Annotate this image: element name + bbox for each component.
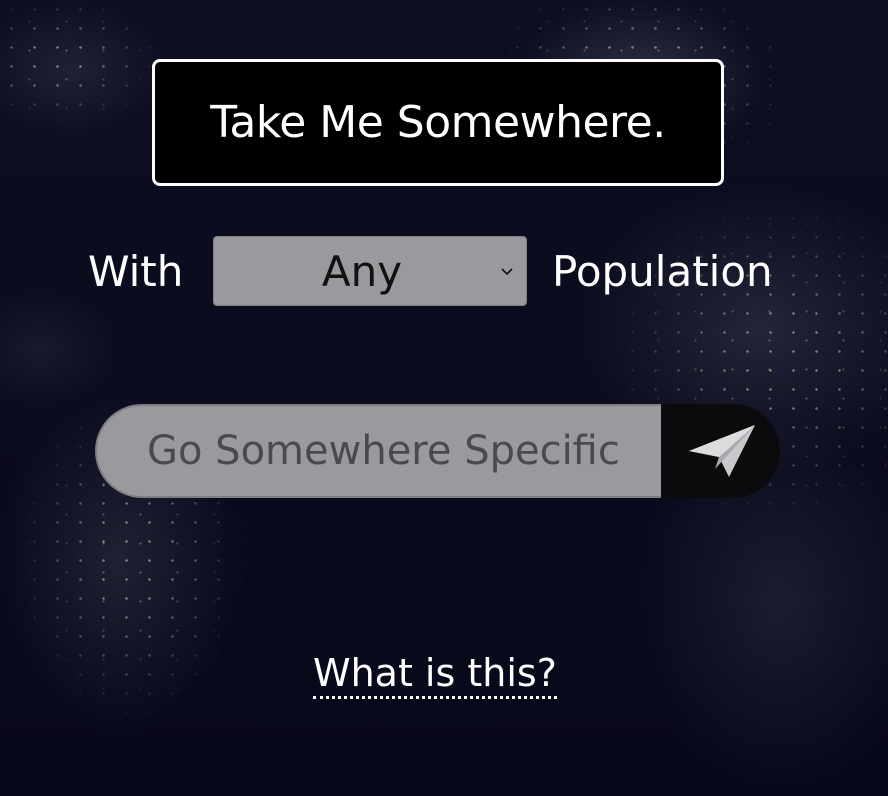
what-is-this-link[interactable]: What is this? — [313, 650, 557, 699]
population-label: Population — [552, 247, 773, 296]
search-input[interactable] — [95, 404, 661, 498]
take-me-somewhere-button[interactable]: Take Me Somewhere. — [152, 59, 724, 186]
paper-plane-icon — [688, 425, 755, 477]
population-filter-row: With Any Population — [0, 236, 888, 308]
with-label: With — [88, 247, 184, 296]
specific-destination-search — [95, 404, 780, 498]
population-select-value: Any — [321, 246, 403, 296]
population-select[interactable]: Any — [213, 236, 527, 306]
send-button[interactable] — [661, 404, 780, 498]
chevron-down-icon — [501, 268, 513, 276]
